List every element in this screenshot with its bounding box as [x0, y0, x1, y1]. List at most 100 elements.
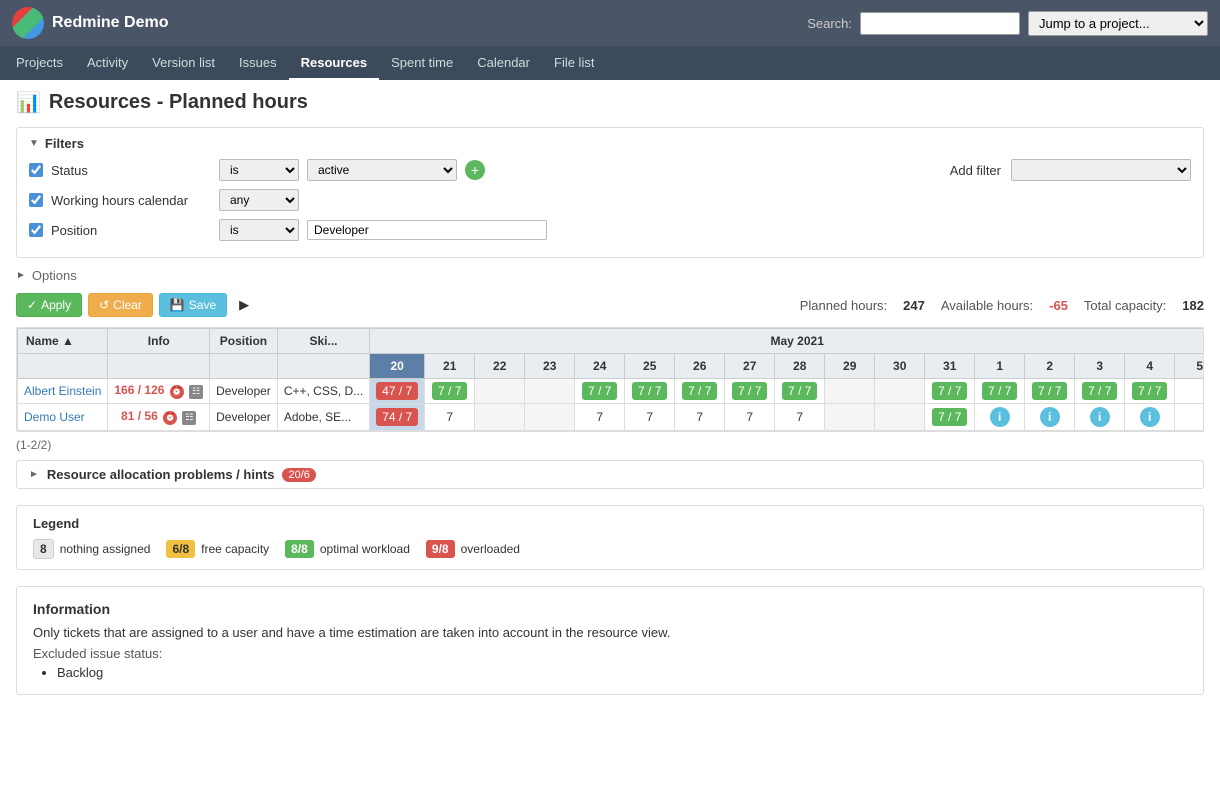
name-link-einstein[interactable]: Albert Einstein: [24, 384, 101, 398]
th-position[interactable]: Position: [210, 329, 278, 354]
nav-version-list[interactable]: Version list: [140, 46, 227, 80]
val-1-einstein: 7 / 7: [982, 382, 1017, 400]
cell-2-demo: i: [1025, 404, 1075, 431]
problems-arrow: ►: [29, 469, 39, 480]
filter-position-operator[interactable]: is: [219, 219, 299, 241]
nav-projects[interactable]: Projects: [4, 46, 75, 80]
th-day-20: 20: [370, 354, 425, 379]
val-28-einstein: 7 / 7: [782, 382, 817, 400]
legend-desc-yellow: free capacity: [201, 542, 269, 556]
th-skills[interactable]: Ski...: [277, 329, 369, 354]
row-count: (1-2/2): [16, 438, 1204, 452]
cell-21-demo: 7: [425, 404, 475, 431]
cell-23-demo: [525, 404, 575, 431]
filter-position-label: Position: [51, 223, 211, 238]
info-box: Information Only tickets that are assign…: [16, 586, 1204, 695]
th-day-31: 31: [925, 354, 975, 379]
val-31-einstein: 7 / 7: [932, 382, 967, 400]
hours-einstein: 166 / 126: [114, 383, 164, 397]
th-day-29: 29: [825, 354, 875, 379]
search-input[interactable]: [860, 12, 1020, 35]
cell-21-einstein: 7 / 7: [425, 379, 475, 404]
filters-toggle[interactable]: ▼ Filters: [29, 136, 1191, 151]
apply-button[interactable]: ✓ Apply: [16, 293, 82, 317]
chart-icon: 📊: [16, 90, 41, 115]
cell-22-einstein: [475, 379, 525, 404]
page-content: 📊 Resources - Planned hours ▼ Filters St…: [0, 80, 1220, 705]
nav-file-list[interactable]: File list: [542, 46, 606, 80]
nav-calendar[interactable]: Calendar: [465, 46, 542, 80]
cell-4-demo: i: [1125, 404, 1175, 431]
th-day-22: 22: [475, 354, 525, 379]
val-27-einstein: 7 / 7: [732, 382, 767, 400]
legend-badge-green: 8/8: [285, 540, 314, 558]
cell-25-demo: 7: [625, 404, 675, 431]
save-button[interactable]: 💾 Save: [159, 293, 227, 317]
add-filter-label: Add filter: [950, 163, 1001, 178]
nav-spent-time[interactable]: Spent time: [379, 46, 465, 80]
filter-status-operator[interactable]: is: [219, 159, 299, 181]
top-bar: Redmine Demo Search: Jump to a project..…: [0, 0, 1220, 46]
filter-status-label: Status: [51, 163, 211, 178]
filter-working-hours-operator[interactable]: any: [219, 189, 299, 211]
cell-24-demo: 7: [575, 404, 625, 431]
legend-badge-red: 9/8: [426, 540, 455, 558]
total-value: 182: [1182, 298, 1204, 313]
val-4-einstein: 7 / 7: [1132, 382, 1167, 400]
clock-icon-einstein[interactable]: ⏰: [170, 385, 184, 399]
cell-29-demo: [825, 404, 875, 431]
options-label: Options: [32, 268, 77, 283]
planned-value: 247: [903, 298, 925, 313]
val-3-demo: i: [1090, 407, 1110, 427]
cell-23-einstein: [525, 379, 575, 404]
table-row: Demo User 81 / 56 ⏰ ☷ Developer Adobe, S…: [18, 404, 1205, 431]
planned-label: Planned hours:: [800, 298, 887, 313]
th-day-21: 21: [425, 354, 475, 379]
cell-name-demo: Demo User: [18, 404, 108, 431]
th-day-30: 30: [875, 354, 925, 379]
nav-activity[interactable]: Activity: [75, 46, 140, 80]
cell-20-einstein: 47 / 7: [370, 379, 425, 404]
nav-issues[interactable]: Issues: [227, 46, 289, 80]
cell-name-einstein: Albert Einstein: [18, 379, 108, 404]
filters-arrow: ▼: [29, 138, 39, 149]
legend-title: Legend: [33, 516, 1187, 531]
page-title-row: 📊 Resources - Planned hours: [16, 90, 1204, 115]
cell-1-demo: i: [975, 404, 1025, 431]
project-select[interactable]: Jump to a project...: [1028, 11, 1208, 36]
problems-section[interactable]: ► Resource allocation problems / hints 2…: [16, 460, 1204, 489]
add-status-value-btn[interactable]: +: [465, 160, 485, 180]
nav-bar: Projects Activity Version list Issues Re…: [0, 46, 1220, 80]
options-section[interactable]: ► Options: [16, 268, 1204, 283]
th-day-2: 2: [1025, 354, 1075, 379]
cell-info-einstein: 166 / 126 ⏰ ☷: [108, 379, 210, 404]
info-title: Information: [33, 601, 1187, 617]
th-day-24: 24: [575, 354, 625, 379]
th-name[interactable]: Name ▲: [18, 329, 108, 354]
th-skills-spacer: [277, 354, 369, 379]
val-4-demo: i: [1140, 407, 1160, 427]
th-name-label: Name ▲: [26, 334, 74, 348]
filter-status-value[interactable]: active: [307, 159, 457, 181]
filter-working-hours-checkbox[interactable]: [29, 193, 43, 207]
available-label: Available hours:: [941, 298, 1033, 313]
filter-position-checkbox[interactable]: [29, 223, 43, 237]
filter-position-value[interactable]: [307, 220, 547, 240]
clock-icon-demo[interactable]: ⏰: [163, 411, 177, 425]
th-info[interactable]: Info: [108, 329, 210, 354]
name-link-demo[interactable]: Demo User: [24, 410, 85, 424]
clear-button[interactable]: ↺ Clear: [88, 293, 153, 317]
logo: Redmine Demo: [12, 7, 168, 39]
grid-icon-demo[interactable]: ☷: [182, 411, 196, 425]
val-31-demo: 7 / 7: [932, 408, 967, 426]
action-bar: ✓ Apply ↺ Clear 💾 Save ▶ Planned hours: …: [16, 293, 1204, 317]
th-month: May 2021: [370, 329, 1204, 354]
cell-26-einstein: 7 / 7: [675, 379, 725, 404]
apply-icon: ✓: [27, 298, 37, 312]
val-2-einstein: 7 / 7: [1032, 382, 1067, 400]
clear-icon: ↺: [99, 298, 109, 312]
add-filter-select[interactable]: [1011, 159, 1191, 181]
filter-status-checkbox[interactable]: [29, 163, 43, 177]
grid-icon-einstein[interactable]: ☷: [189, 385, 203, 399]
nav-resources[interactable]: Resources: [289, 46, 379, 80]
